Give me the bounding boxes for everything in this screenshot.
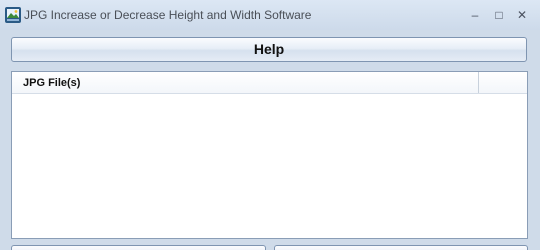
file-list-header: JPG File(s) [12, 72, 527, 94]
file-list[interactable]: JPG File(s) [11, 71, 528, 239]
help-button[interactable]: Help [11, 37, 527, 62]
minimize-button[interactable]: – [467, 8, 483, 22]
bottom-left-button[interactable] [11, 245, 266, 250]
maximize-button[interactable]: □ [491, 8, 507, 22]
close-button[interactable]: ✕ [514, 8, 530, 22]
file-list-body[interactable] [12, 94, 527, 238]
app-window: JPG Increase or Decrease Height and Widt… [0, 0, 540, 250]
title-bar[interactable]: JPG Increase or Decrease Height and Widt… [0, 0, 540, 30]
app-image-icon[interactable] [4, 6, 22, 24]
window-title: JPG Increase or Decrease Height and Widt… [24, 8, 312, 22]
bottom-right-button[interactable] [274, 245, 528, 250]
column-header-jpg-files[interactable]: JPG File(s) [12, 72, 479, 93]
